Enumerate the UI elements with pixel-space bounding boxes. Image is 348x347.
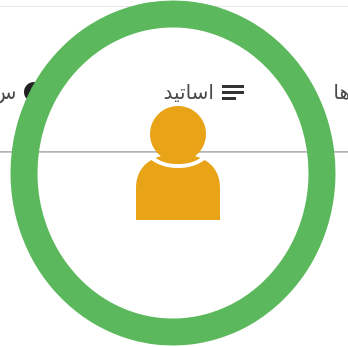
nav-item-help-label: س	[0, 80, 17, 104]
nav-item-teachers-label: اساتید	[163, 80, 214, 104]
user-avatar-icon[interactable]	[130, 104, 226, 222]
nav-item-partial-right[interactable]: ها	[333, 76, 348, 108]
nav-item-partial-right-label: ها	[333, 80, 348, 104]
list-icon	[222, 83, 244, 101]
help-circle-icon	[24, 82, 45, 102]
nav-item-help[interactable]: س	[0, 76, 45, 108]
screen: ها اساتید س	[0, 0, 348, 347]
